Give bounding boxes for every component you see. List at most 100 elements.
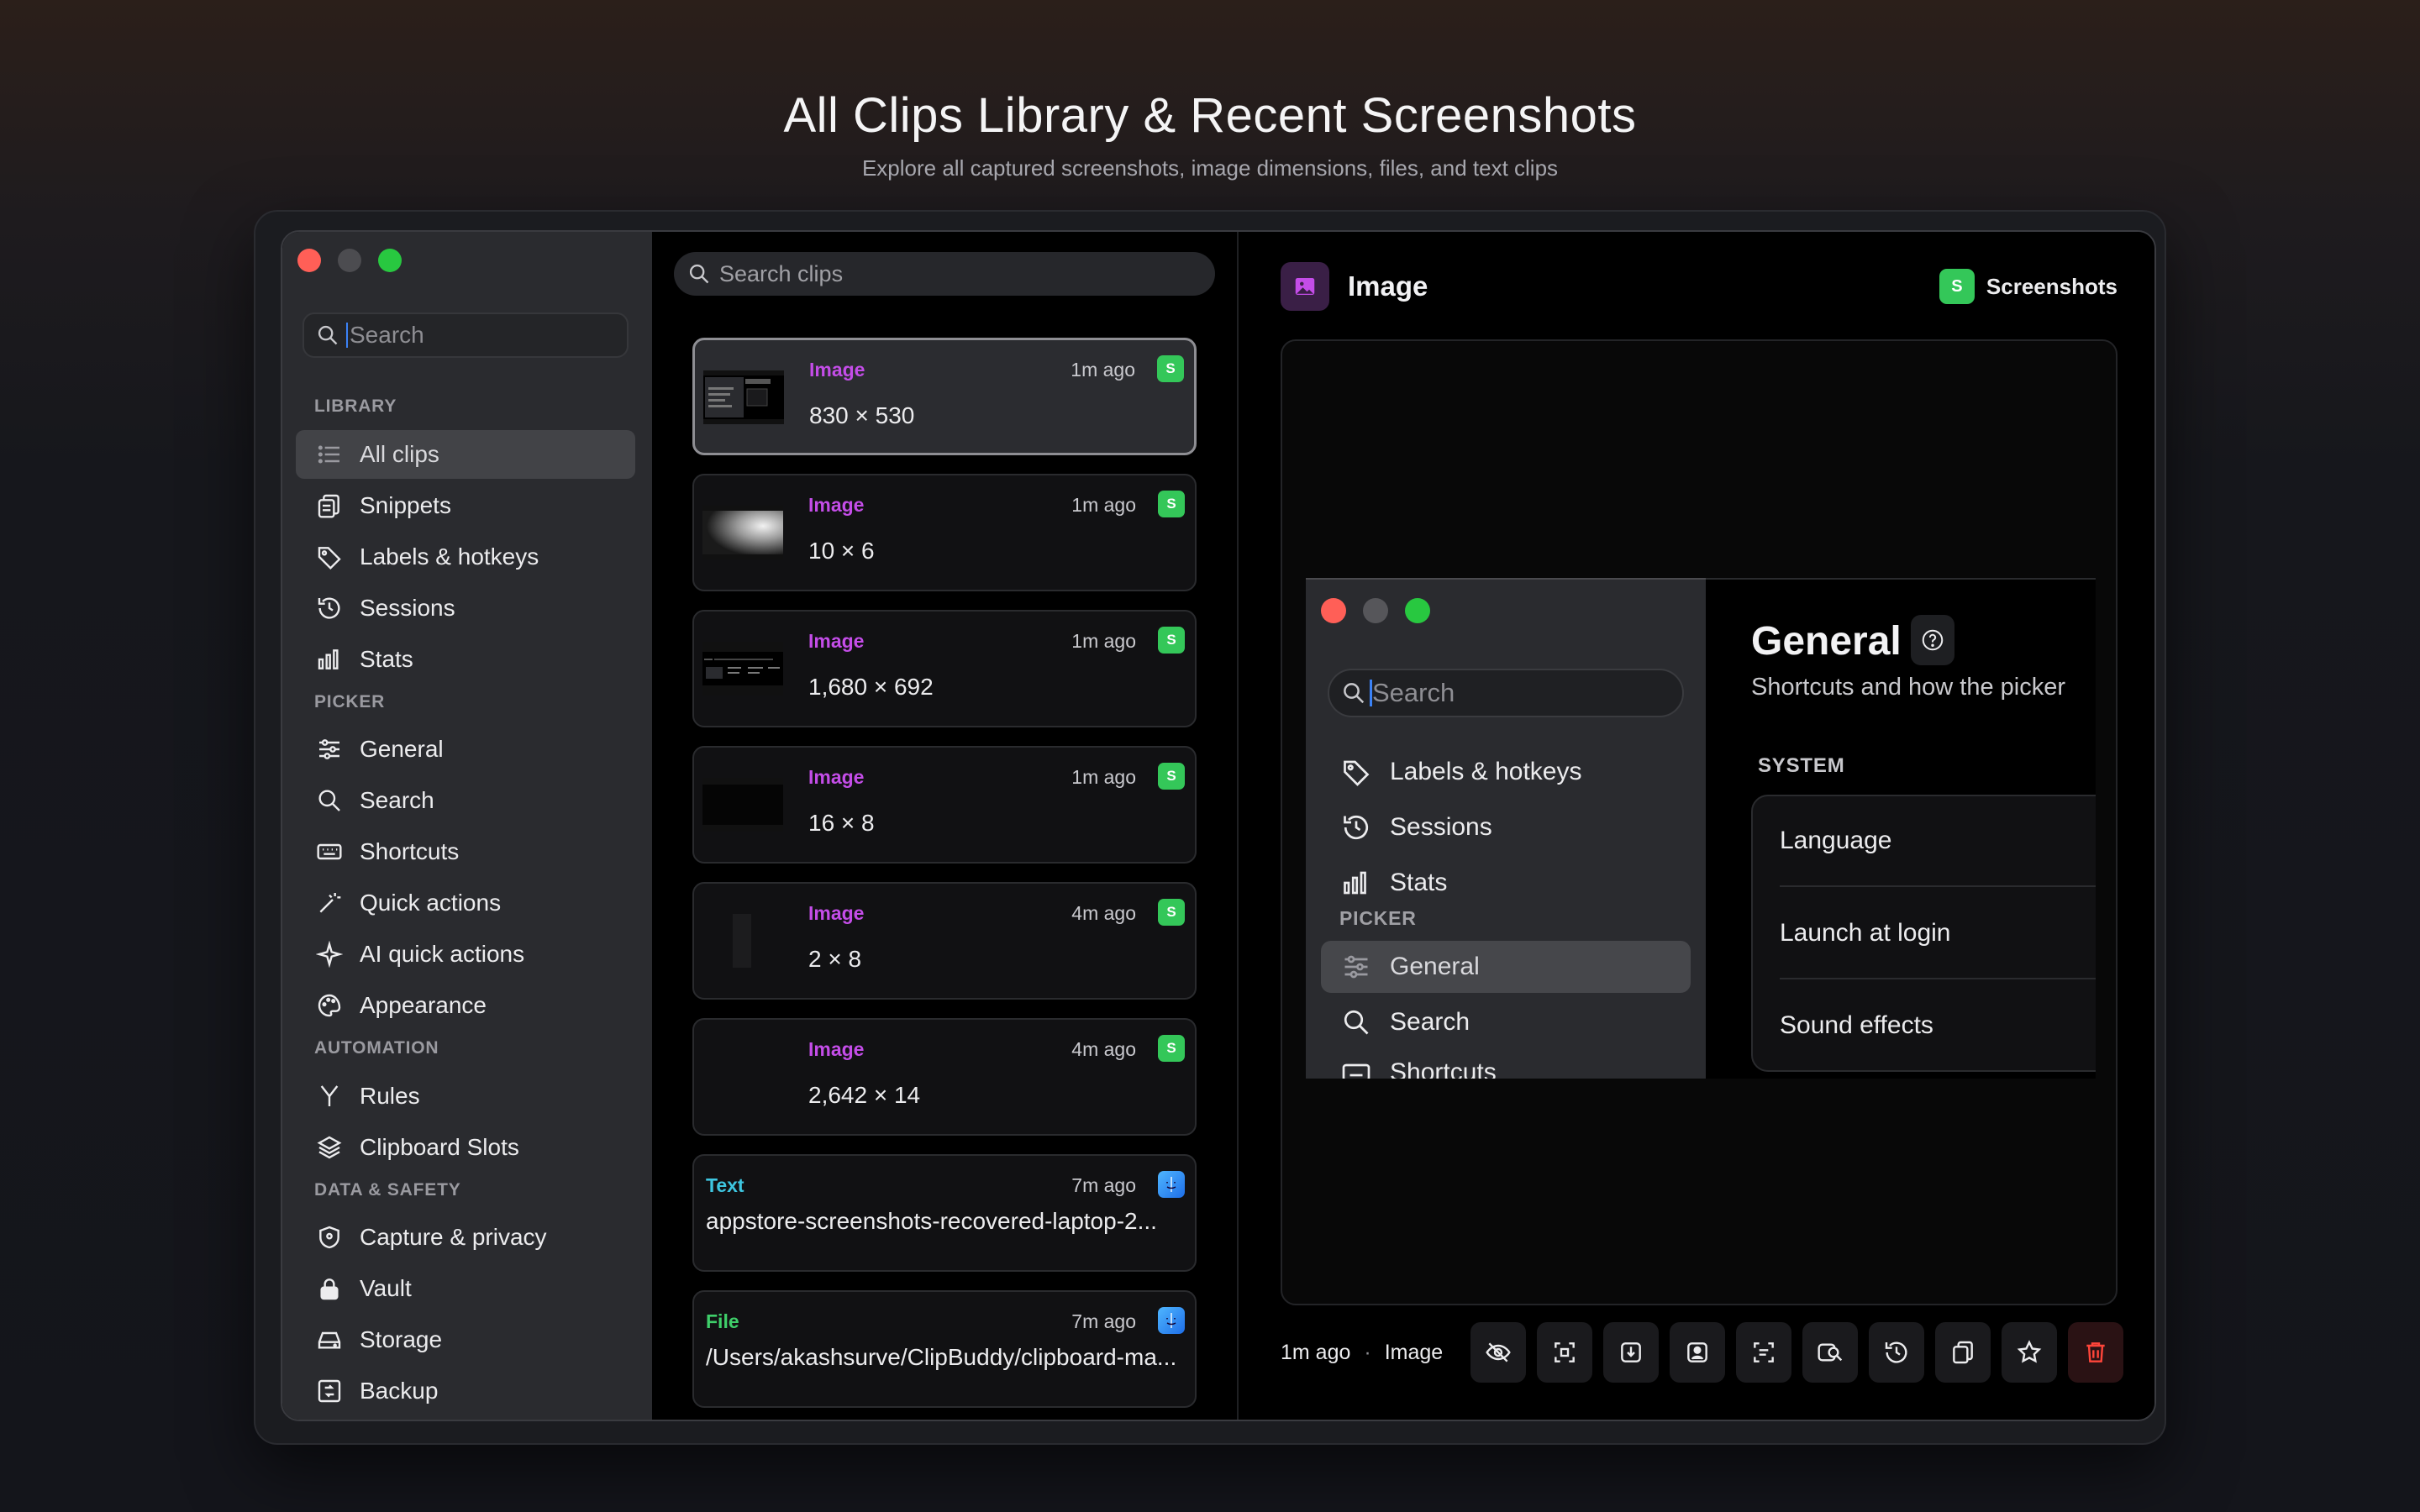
copy-button[interactable] (1935, 1322, 1991, 1383)
clip-value: 2 × 8 (808, 946, 862, 972)
sidebar-item-all-clips[interactable]: All clips (296, 430, 635, 479)
clip-thumbnail (703, 370, 784, 424)
preview-screenshot: Search Labels & hotkeys Sessions Stats P… (1306, 578, 2096, 1079)
clip-card[interactable]: Image 1m ago S 830 × 530 (692, 338, 1197, 455)
backup-icon (318, 1379, 341, 1403)
clip-thumbnail (702, 778, 783, 832)
sidebar-item-shortcuts[interactable]: Shortcuts (296, 827, 635, 876)
clip-value: 830 × 530 (809, 402, 915, 428)
history-icon (1886, 1341, 1907, 1363)
trash-icon (2086, 1342, 2105, 1362)
page-header: All Clips Library & Recent Screenshots E… (0, 87, 2420, 181)
screenshots-app-badge: S (1158, 763, 1185, 790)
preview-row-divider (1780, 885, 2096, 887)
download-icon (1621, 1342, 1642, 1362)
sidebar-search-input[interactable]: Search (302, 312, 629, 358)
branch-icon (320, 1085, 339, 1106)
clip-value: /Users/akashsurve/ClipBuddy/clipboard-ma… (706, 1344, 1177, 1370)
sidebar-item-label: AI quick actions (360, 941, 525, 967)
save-button[interactable] (1603, 1322, 1660, 1383)
remove-background-button[interactable] (1670, 1322, 1726, 1383)
clip-time: 1m ago (1071, 359, 1135, 381)
sidebar-item-stats[interactable]: Stats (296, 635, 635, 684)
clip-card[interactable]: Image 4m ago S 2 × 8 (692, 882, 1197, 1000)
sidebar-item-label: Shortcuts (360, 838, 460, 864)
preview-section: PICKER (1339, 907, 1417, 929)
preview-settings-group: Language Launch at login Sound effects (1751, 795, 2096, 1072)
clip-search-input[interactable]: Search clips (674, 252, 1215, 296)
clip-card[interactable]: Image 1m ago S 1,680 × 692 (692, 610, 1197, 727)
clip-time: 4m ago (1071, 902, 1136, 924)
preview-item-label: Shortcuts (1390, 1058, 1497, 1079)
sidebar-item-sessions[interactable]: Sessions (296, 584, 635, 633)
preview-item: Search (1321, 996, 1691, 1048)
clip-card[interactable]: Image 4m ago S 2,642 × 14 (692, 1018, 1197, 1136)
preview-item-label: Stats (1390, 869, 1448, 896)
sidebar-item-ai-quick-actions[interactable]: AI quick actions (296, 930, 635, 979)
tag-icon (1344, 760, 1370, 786)
sidebar-item-vault[interactable]: Vault (296, 1264, 635, 1313)
preview-item: Labels & hotkeys (1321, 746, 1691, 798)
clip-card[interactable]: Image 1m ago S 10 × 6 (692, 474, 1197, 591)
clip-card[interactable]: File 7m ago /Users/akashsurve/ClipBuddy/… (692, 1290, 1197, 1408)
close-button[interactable] (297, 249, 321, 272)
section-library: LIBRARY (314, 396, 397, 416)
section-data-safety: DATA & SAFETY (314, 1180, 461, 1200)
scan-icon (1555, 1342, 1576, 1362)
sidebar-search-placeholder: Search (350, 322, 424, 348)
finder-app-icon (1158, 1307, 1185, 1334)
image-icon (1281, 262, 1329, 311)
clip-time: 7m ago (1071, 1310, 1136, 1332)
minimize-button[interactable] (338, 249, 361, 272)
sidebar-item-search[interactable]: Search (296, 776, 635, 825)
sliders-icon (1344, 955, 1368, 979)
clip-list-pane: Search clips Image 1m ago S 830 × 530 Im… (652, 232, 1237, 1420)
person-icon (1687, 1342, 1708, 1362)
clip-value: 2,642 × 14 (808, 1082, 921, 1108)
sidebar-item-appearance[interactable]: Appearance (296, 981, 635, 1030)
sidebar-item-labels-hotkeys[interactable]: Labels & hotkeys (296, 533, 635, 581)
preview-item-label: Sessions (1390, 813, 1492, 841)
keyboard-icon (1342, 1063, 1370, 1079)
hide-button[interactable] (1470, 1322, 1527, 1383)
sidebar-item-label: Storage (360, 1326, 443, 1352)
zoom-button[interactable] (378, 249, 402, 272)
preview-subtitle: Shortcuts and how the picker (1751, 674, 2065, 701)
detail-pane: Image S Screenshots Search Labels & hotk… (1239, 232, 2154, 1420)
screenshots-app-badge: S (1158, 1035, 1185, 1062)
preview-item-label: Labels & hotkeys (1390, 758, 1582, 785)
sidebar-item-general[interactable]: General (296, 725, 635, 774)
palette-icon (318, 994, 341, 1017)
lookup-button[interactable] (1802, 1322, 1859, 1383)
clip-card[interactable]: Text 7m ago appstore-screenshots-recover… (692, 1154, 1197, 1272)
window-controls (297, 249, 402, 272)
tag-icon (318, 547, 341, 570)
clip-value: 1,680 × 692 (808, 674, 934, 700)
text-caret (346, 323, 348, 348)
sidebar-item-label: Stats (360, 646, 413, 672)
preview-window-controls (1321, 598, 1430, 623)
page-subtitle: Explore all captured screenshots, image … (861, 155, 1559, 181)
preview-item-label: Search (1390, 1008, 1470, 1036)
sidebar-item-rules[interactable]: Rules (296, 1072, 635, 1121)
sidebar-item-snippets[interactable]: Snippets (296, 481, 635, 530)
delete-button[interactable] (2068, 1322, 2124, 1383)
extract-text-button[interactable] (1736, 1322, 1792, 1383)
sidebar-item-backup[interactable]: Backup (296, 1367, 635, 1415)
sidebar-item-quick-actions[interactable]: Quick actions (296, 879, 635, 927)
screenshots-app-badge: S (1158, 491, 1185, 517)
search-icon (1344, 683, 1365, 704)
sidebar-item-label: Rules (360, 1083, 420, 1109)
clip-value: appstore-screenshots-recovered-laptop-2.… (706, 1208, 1157, 1234)
sidebar-item-clipboard-slots[interactable]: Clipboard Slots (296, 1123, 635, 1172)
sidebar-item-storage[interactable]: Storage (296, 1315, 635, 1364)
lookup-icon (1818, 1343, 1843, 1362)
history-button[interactable] (1869, 1322, 1925, 1383)
clip-type: Image (808, 1038, 865, 1060)
favorite-button[interactable] (2002, 1322, 2058, 1383)
sidebar-item-label: General (360, 736, 444, 762)
scan-button[interactable] (1537, 1322, 1593, 1383)
sidebar-item-capture-privacy[interactable]: Capture & privacy (296, 1213, 635, 1262)
preview-row-divider (1780, 978, 2096, 979)
clip-card[interactable]: Image 1m ago S 16 × 8 (692, 746, 1197, 864)
